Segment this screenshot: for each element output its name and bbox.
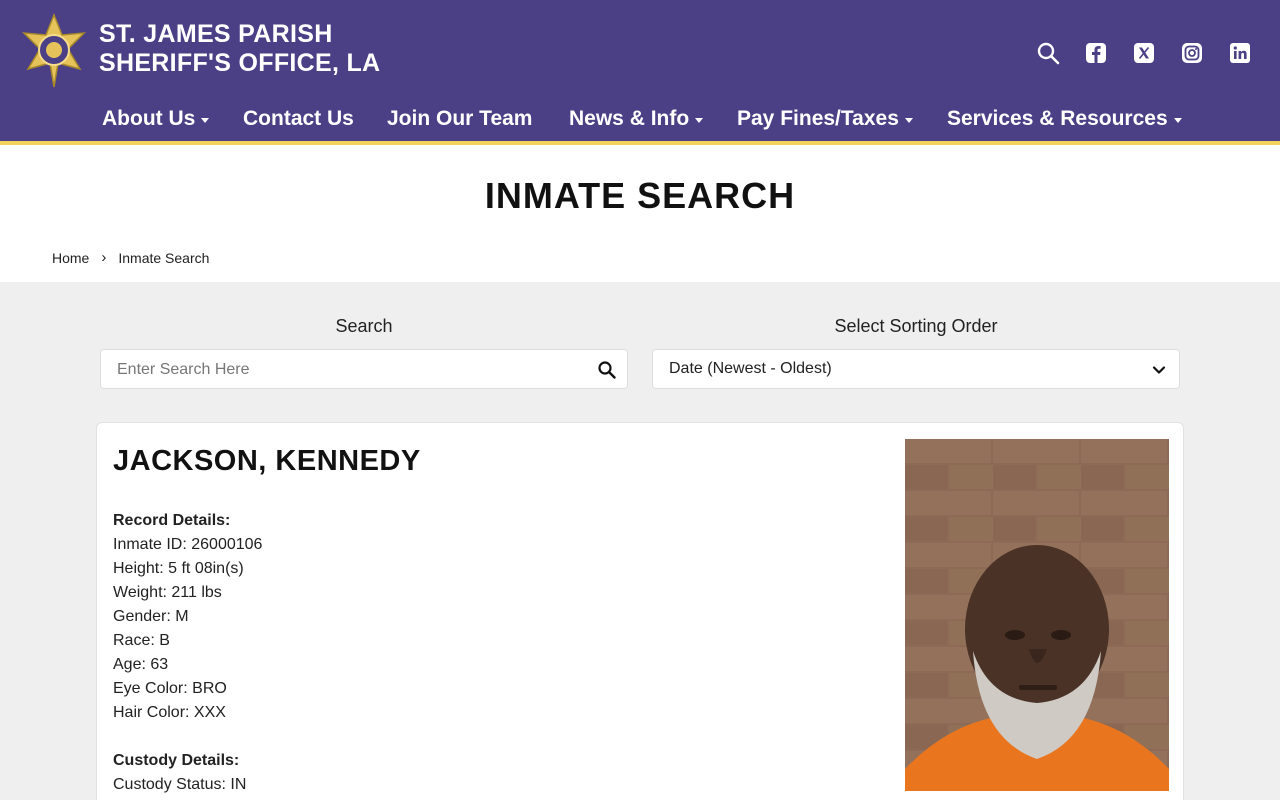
page-title: INMATE SEARCH (484, 175, 796, 216)
breadcrumb-current: Inmate Search (118, 249, 210, 266)
sort-selected-value: Date (Newest - Oldest) (669, 360, 832, 377)
breadcrumb: Home › Inmate Search (52, 249, 209, 266)
search-field (100, 349, 628, 389)
chevron-down-icon (1152, 366, 1166, 374)
site-title-line2: SHERIFF'S OFFICE, LA (99, 49, 381, 77)
nav-label: Pay Fines/Taxes (737, 107, 899, 130)
site-title[interactable]: ST. JAMES PARISH SHERIFF'S OFFICE, LA (99, 20, 380, 78)
facebook-icon[interactable] (1083, 40, 1109, 66)
nav-services-resources[interactable]: Services & Resources (947, 107, 1182, 131)
search-icon[interactable] (1035, 40, 1061, 66)
sort-order-select[interactable]: Date (Newest - Oldest) (652, 349, 1180, 389)
nav-label: Join Our Team (387, 107, 533, 130)
nav-label: About Us (102, 107, 196, 130)
nav-news-info[interactable]: News & Info (569, 107, 704, 131)
site-header: ST. JAMES PARISH SHERIFF'S OFFICE, LA Ab… (0, 0, 1280, 141)
custody-status: Custody Status: IN (113, 776, 247, 793)
linkedin-icon[interactable] (1227, 40, 1253, 66)
search-icon[interactable] (597, 360, 617, 380)
instagram-icon[interactable] (1179, 40, 1205, 66)
caret-down-icon (904, 117, 913, 123)
record-height: Height: 5 ft 08in(s) (113, 560, 244, 577)
breadcrumb-home-link[interactable]: Home (52, 250, 89, 266)
record-race: Race: B (113, 632, 170, 649)
nav-join-our-team[interactable]: Join Our Team (387, 107, 532, 131)
caret-down-icon (1173, 117, 1182, 123)
sheriff-star-badge-icon[interactable] (20, 13, 88, 89)
caret-down-icon (695, 117, 704, 123)
nav-about-us[interactable]: About Us (102, 107, 210, 131)
nav-label: News & Info (569, 107, 690, 130)
inmate-card: JACKSON, KENNEDY Record Details: Inmate … (96, 422, 1184, 800)
nav-pay-fines-taxes[interactable]: Pay Fines/Taxes (737, 107, 913, 131)
search-label: Search (335, 316, 393, 336)
record-details-heading: Record Details: (113, 512, 231, 529)
nav-label: Contact Us (243, 107, 354, 130)
main-nav: About Us Contact Us Join Our Team News &… (0, 101, 1280, 139)
record-eye-color: Eye Color: BRO (113, 680, 227, 697)
title-band: INMATE SEARCH Home › Inmate Search (0, 145, 1280, 282)
breadcrumb-separator: › (101, 249, 107, 266)
inmate-mugshot-photo (905, 439, 1169, 791)
record-inmate-id: Inmate ID: 26000106 (113, 536, 263, 553)
custody-details-heading: Custody Details: (113, 752, 240, 769)
record-weight: Weight: 211 lbs (113, 584, 222, 601)
nav-contact-us[interactable]: Contact Us (243, 107, 354, 131)
inmate-details: Record Details: Inmate ID: 26000106 Heig… (113, 509, 262, 797)
sort-label: Select Sorting Order (834, 316, 998, 336)
x-twitter-icon[interactable] (1131, 40, 1157, 66)
site-title-line1: ST. JAMES PARISH (99, 20, 333, 48)
inmate-name[interactable]: JACKSON, KENNEDY (113, 445, 421, 478)
nav-label: Services & Resources (947, 107, 1168, 130)
record-age: Age: 63 (113, 656, 169, 673)
record-hair-color: Hair Color: XXX (113, 704, 226, 721)
record-gender: Gender: M (113, 608, 189, 625)
caret-down-icon (201, 117, 210, 123)
search-input[interactable] (117, 358, 577, 382)
